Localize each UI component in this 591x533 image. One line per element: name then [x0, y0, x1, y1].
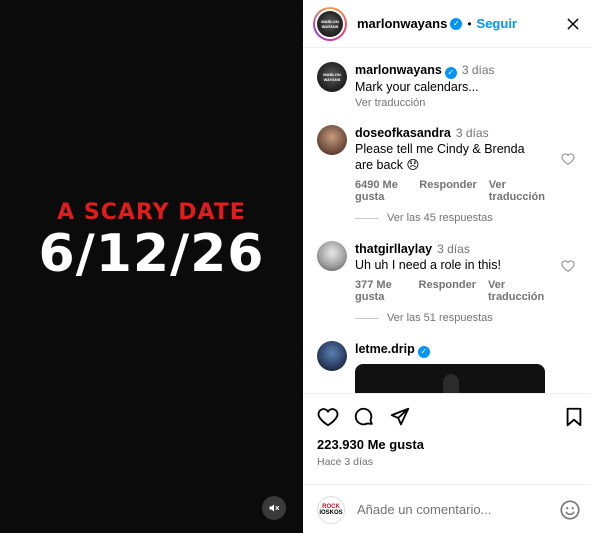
post-header: MARLON WAYANS marlonwayans ✓ • Seguir [303, 0, 591, 48]
separator-dot: • [467, 16, 472, 31]
reply-button[interactable]: Responder [419, 279, 476, 303]
replies-divider-line [355, 317, 379, 319]
speaker-muted-icon [269, 504, 279, 512]
add-comment-bar: ROCK IOSKOS [303, 484, 591, 533]
comment-username[interactable]: doseofkasandra [355, 126, 451, 140]
more-options-icon[interactable] [565, 16, 581, 32]
view-replies-label: Ver las 45 respuestas [387, 212, 493, 224]
post-likes-count[interactable]: 223.930 Me gusta [317, 437, 424, 452]
caption: MARLON WAYANS marlonwayans ✓ 3 días Mark y… [317, 62, 495, 109]
comment-username[interactable]: letme.drip [355, 342, 415, 356]
comment-bubble-icon[interactable] [353, 406, 375, 428]
like-comment-heart-icon[interactable] [561, 152, 575, 166]
comment-time: 3 días [455, 126, 489, 140]
comment-time: 3 días [437, 242, 470, 256]
comment-item: thatgirllaylay 3 días Uh uh I need a role… [317, 241, 547, 303]
caption-avatar-text: MARLON WAYANS [323, 72, 341, 82]
add-comment-input[interactable] [357, 502, 552, 517]
comment-likes[interactable]: 377 Me gusta [355, 279, 407, 303]
instagram-post-modal: A SCARY DATE 6/12/26 MARLON WAYANS marlo… [0, 0, 591, 533]
like-heart-icon[interactable] [317, 406, 339, 428]
replies-divider-line [355, 217, 379, 219]
share-send-icon[interactable] [389, 406, 411, 428]
media-date: 6/12/26 [38, 224, 265, 284]
comment-avatar[interactable] [317, 125, 347, 155]
emoji-smiley-icon[interactable] [559, 499, 581, 521]
view-replies-button[interactable]: Ver las 51 respuestas [355, 312, 493, 324]
comments-scroll-area[interactable]: MARLON WAYANS marlonwayans ✓ 3 días Mark y… [303, 49, 591, 393]
view-replies-label: Ver las 51 respuestas [387, 312, 493, 324]
caption-username[interactable]: marlonwayans [355, 63, 442, 77]
like-comment-heart-icon[interactable] [561, 259, 575, 273]
post-timestamp[interactable]: Hace 3 días [317, 456, 373, 468]
save-bookmark-icon[interactable] [563, 406, 585, 428]
post-side-panel: MARLON WAYANS marlonwayans ✓ • Seguir MA… [303, 0, 591, 533]
comment-avatar[interactable] [317, 341, 347, 371]
story-ring[interactable]: MARLON WAYANS [313, 6, 347, 41]
caption-translate-link[interactable]: Ver traducción [355, 97, 495, 109]
view-replies-button[interactable]: Ver las 45 respuestas [355, 212, 493, 224]
verified-badge-icon: ✓ [444, 67, 457, 79]
current-user-avatar-bottom-text: IOSKOS [319, 509, 343, 516]
current-user-avatar: ROCK IOSKOS [317, 495, 345, 524]
post-actions: 223.930 Me gusta Hace 3 días ROCK IOSKOS [303, 393, 591, 533]
caption-time: 3 días [461, 63, 495, 77]
verified-badge-icon: ✓ [450, 17, 463, 30]
mute-button[interactable] [262, 496, 286, 520]
post-media[interactable]: A SCARY DATE 6/12/26 [0, 0, 303, 533]
comment-username[interactable]: thatgirllaylay [355, 242, 432, 256]
header-username[interactable]: marlonwayans [357, 16, 447, 31]
verified-badge-icon: ✓ [417, 346, 430, 358]
preview-figure [443, 374, 459, 393]
comment-avatar[interactable] [317, 241, 347, 271]
comment-likes[interactable]: 6490 Me gusta [355, 179, 407, 203]
reply-button[interactable]: Responder [419, 179, 476, 203]
translate-link[interactable]: Ver traducción [489, 179, 545, 203]
comment-media-preview[interactable] [355, 364, 545, 393]
avatar-text: MARLON WAYANS [321, 18, 339, 29]
translate-link[interactable]: Ver traducción [488, 279, 545, 303]
media-title: A SCARY DATE [57, 200, 246, 225]
caption-avatar[interactable]: MARLON WAYANS [317, 62, 347, 92]
comment-item: doseofkasandra 3 días Please tell me Cind… [317, 125, 547, 203]
comment-text: Uh uh I need a role in this! [355, 258, 501, 272]
comment-text: Please tell me Cindy & Brenda are back 😞 [355, 142, 525, 172]
avatar: MARLON WAYANS [317, 10, 343, 37]
follow-button[interactable]: Seguir [477, 16, 517, 31]
caption-text: Mark your calendars... [355, 80, 479, 94]
